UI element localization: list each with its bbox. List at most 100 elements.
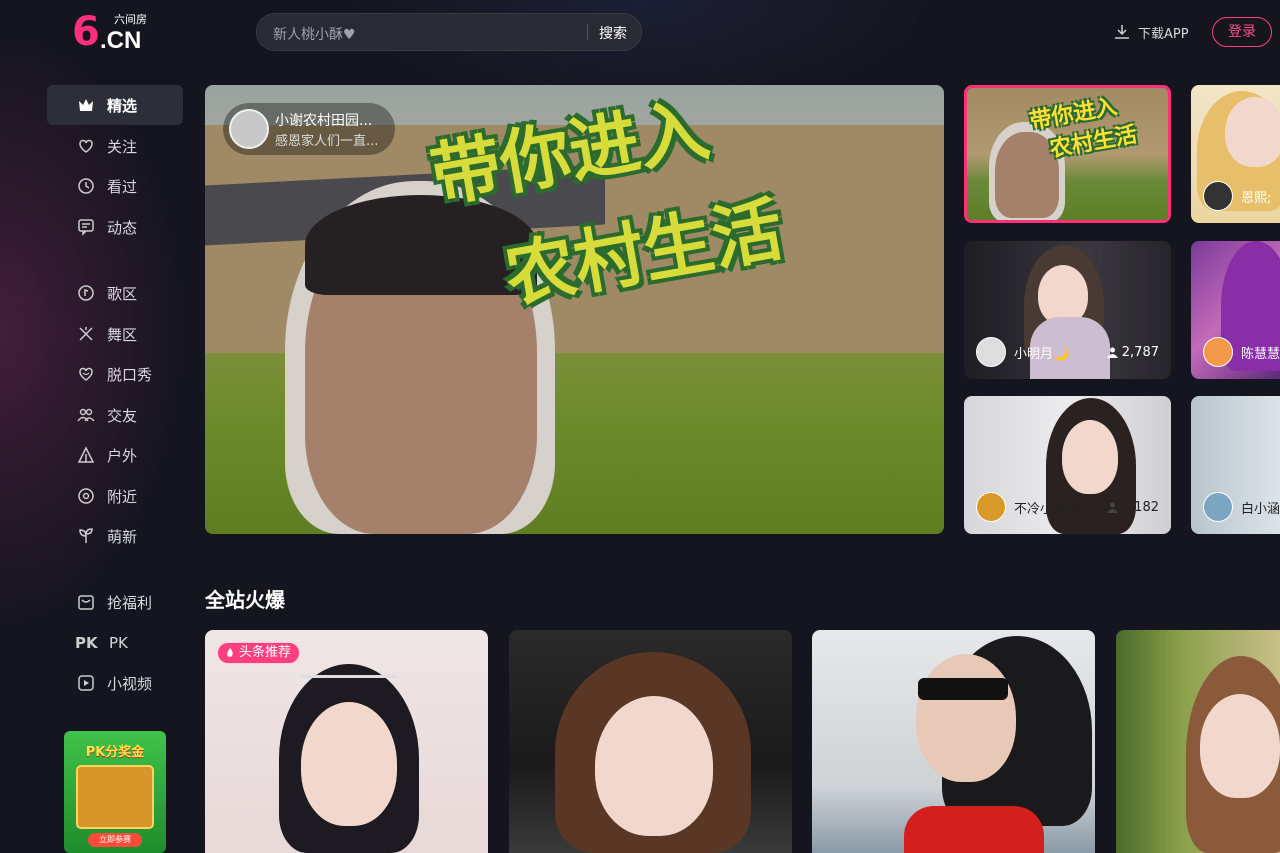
hot-room-card[interactable] bbox=[1116, 630, 1280, 853]
hot-room-card[interactable] bbox=[509, 630, 792, 853]
thumbnail-face bbox=[916, 654, 1016, 782]
avatar bbox=[229, 109, 269, 149]
download-app-button[interactable]: 下载APP bbox=[1114, 22, 1189, 42]
badge-label: 头条推荐 bbox=[239, 645, 292, 660]
room-anchor-name: 陈慧慧 bbox=[1241, 346, 1280, 362]
site-logo[interactable]: 6 六间房 .CN bbox=[72, 10, 162, 54]
pk-icon: PK bbox=[75, 634, 98, 652]
sidebar-item-welfare[interactable]: 抢福利 bbox=[47, 582, 183, 622]
sidebar-item-label: 精选 bbox=[107, 96, 138, 115]
header: 6 六间房 .CN 新人桃小酥♥ 搜索 下载APP 登录 bbox=[0, 0, 1280, 64]
anchor-name: 小谢农村田园... bbox=[275, 113, 373, 129]
logo-subtitle: 六间房 bbox=[114, 13, 147, 26]
sidebar-item-pk[interactable]: PK PK bbox=[47, 623, 183, 663]
room-anchor-name: 不冷小妖精 bbox=[1014, 501, 1080, 517]
location-icon bbox=[78, 488, 94, 504]
sidebar-item-nearby[interactable]: 附近 bbox=[47, 476, 183, 516]
sidebar-item-label: 舞区 bbox=[107, 325, 138, 344]
sidebar-item-label: PK bbox=[109, 634, 128, 652]
sidebar-item-label: 看过 bbox=[107, 177, 138, 196]
thumbnail-face bbox=[595, 696, 713, 836]
room-info: 恩熙; bbox=[1203, 181, 1271, 211]
smile-icon bbox=[79, 367, 93, 381]
sprout-icon bbox=[79, 528, 93, 543]
sidebar-item-short-video[interactable]: 小视频 bbox=[47, 663, 183, 703]
room-info: 不冷小妖精 bbox=[976, 492, 1079, 522]
thumbnail-face bbox=[1200, 694, 1280, 798]
sidebar-item-follow[interactable]: 关注 bbox=[47, 126, 183, 166]
thumbnail-face bbox=[1225, 97, 1280, 167]
sidebar-item-label: 关注 bbox=[107, 137, 138, 156]
viewer-number: 5,182 bbox=[1121, 500, 1159, 515]
friends-icon bbox=[77, 408, 95, 422]
room-card[interactable]: 带你进入 农村生活 bbox=[964, 85, 1171, 223]
search-bar: 新人桃小酥♥ 搜索 bbox=[256, 13, 642, 51]
dance-icon bbox=[79, 327, 93, 341]
flame-icon bbox=[227, 648, 233, 657]
login-button[interactable]: 登录 bbox=[1212, 17, 1272, 47]
sidebar-item-music[interactable]: 歌区 bbox=[47, 273, 183, 313]
sidebar-item-label: 脱口秀 bbox=[107, 365, 153, 384]
sunglasses-graphic bbox=[918, 678, 1008, 700]
anchor-description: 感恩家人们一直... bbox=[275, 134, 379, 149]
room-card[interactable]: 不冷小妖精 5,182 bbox=[964, 396, 1171, 534]
gift-icon bbox=[78, 595, 94, 610]
room-card[interactable]: 恩熙; bbox=[1191, 85, 1280, 223]
sidebar-item-talkshow[interactable]: 脱口秀 bbox=[47, 354, 183, 394]
room-card[interactable]: 小明月🌙 2,787 bbox=[964, 241, 1171, 379]
hero-live-room[interactable]: 带你进入 农村生活 小谢农村田园... 感恩家人们一直... bbox=[205, 85, 944, 534]
sidebar-item-label: 抢福利 bbox=[107, 593, 153, 612]
crown-icon bbox=[79, 99, 93, 111]
sidebar-item-history[interactable]: 看过 bbox=[47, 166, 183, 206]
sidebar-item-label: 交友 bbox=[107, 406, 138, 425]
message-icon bbox=[78, 219, 94, 236]
music-icon bbox=[78, 285, 94, 301]
avatar bbox=[1203, 492, 1233, 522]
avatar bbox=[1203, 181, 1233, 211]
pk-promo-banner[interactable]: PK分奖金 立即参赛 bbox=[64, 731, 166, 853]
sidebar-item-label: 附近 bbox=[107, 487, 138, 506]
tiara-graphic bbox=[301, 638, 397, 678]
viewer-number: 2,787 bbox=[1121, 345, 1159, 360]
clock-icon bbox=[78, 178, 94, 194]
room-card[interactable]: 陈慧慧 bbox=[1191, 241, 1280, 379]
sidebar-item-label: 户外 bbox=[107, 446, 138, 465]
logo-mark: 6 bbox=[72, 9, 100, 55]
thumbnail-face bbox=[301, 702, 397, 826]
heart-icon bbox=[79, 139, 93, 153]
thumbnail-face bbox=[1038, 265, 1088, 325]
search-button[interactable]: 搜索 bbox=[599, 23, 627, 43]
room-anchor-name: 白小涵 bbox=[1241, 501, 1280, 517]
sidebar-item-featured[interactable]: 精选 bbox=[47, 85, 183, 125]
person-icon bbox=[1106, 347, 1118, 358]
sidebar-item-friends[interactable]: 交友 bbox=[47, 395, 183, 435]
hot-room-card[interactable]: 头条推荐 bbox=[205, 630, 488, 853]
sidebar-item-label: 萌新 bbox=[107, 527, 138, 546]
avatar bbox=[1203, 337, 1233, 367]
download-label: 下载APP bbox=[1138, 26, 1189, 42]
room-info: 白小涵 bbox=[1203, 492, 1280, 522]
headline-badge: 头条推荐 bbox=[217, 642, 301, 664]
viewer-count: 2,787 bbox=[1106, 345, 1159, 360]
promo-button[interactable]: 立即参赛 bbox=[88, 833, 142, 847]
search-input[interactable]: 新人桃小酥♥ bbox=[273, 24, 356, 44]
sidebar-item-outdoor[interactable]: 户外 bbox=[47, 435, 183, 475]
avatar bbox=[976, 492, 1006, 522]
sidebar-item-feed[interactable]: 动态 bbox=[47, 207, 183, 247]
room-anchor-name: 小明月🌙 bbox=[1014, 346, 1070, 362]
hot-room-card[interactable] bbox=[812, 630, 1095, 853]
sidebar-item-newcomer[interactable]: 萌新 bbox=[47, 516, 183, 556]
avatar bbox=[976, 337, 1006, 367]
sidebar-item-dance[interactable]: 舞区 bbox=[47, 314, 183, 354]
hero-anchor-info[interactable]: 小谢农村田园... 感恩家人们一直... bbox=[223, 103, 395, 155]
sidebar-item-label: 歌区 bbox=[107, 284, 138, 303]
room-card[interactable]: 白小涵 bbox=[1191, 396, 1280, 534]
search-divider bbox=[587, 24, 588, 40]
section-title: 全站火爆 bbox=[205, 588, 285, 612]
room-anchor-name: 恩熙; bbox=[1241, 190, 1272, 206]
room-info: 陈慧慧 bbox=[1203, 337, 1280, 367]
person-icon bbox=[1106, 502, 1118, 513]
sidebar-item-label: 动态 bbox=[107, 218, 138, 237]
promo-title: PK分奖金 bbox=[85, 745, 145, 760]
video-icon bbox=[78, 675, 94, 691]
